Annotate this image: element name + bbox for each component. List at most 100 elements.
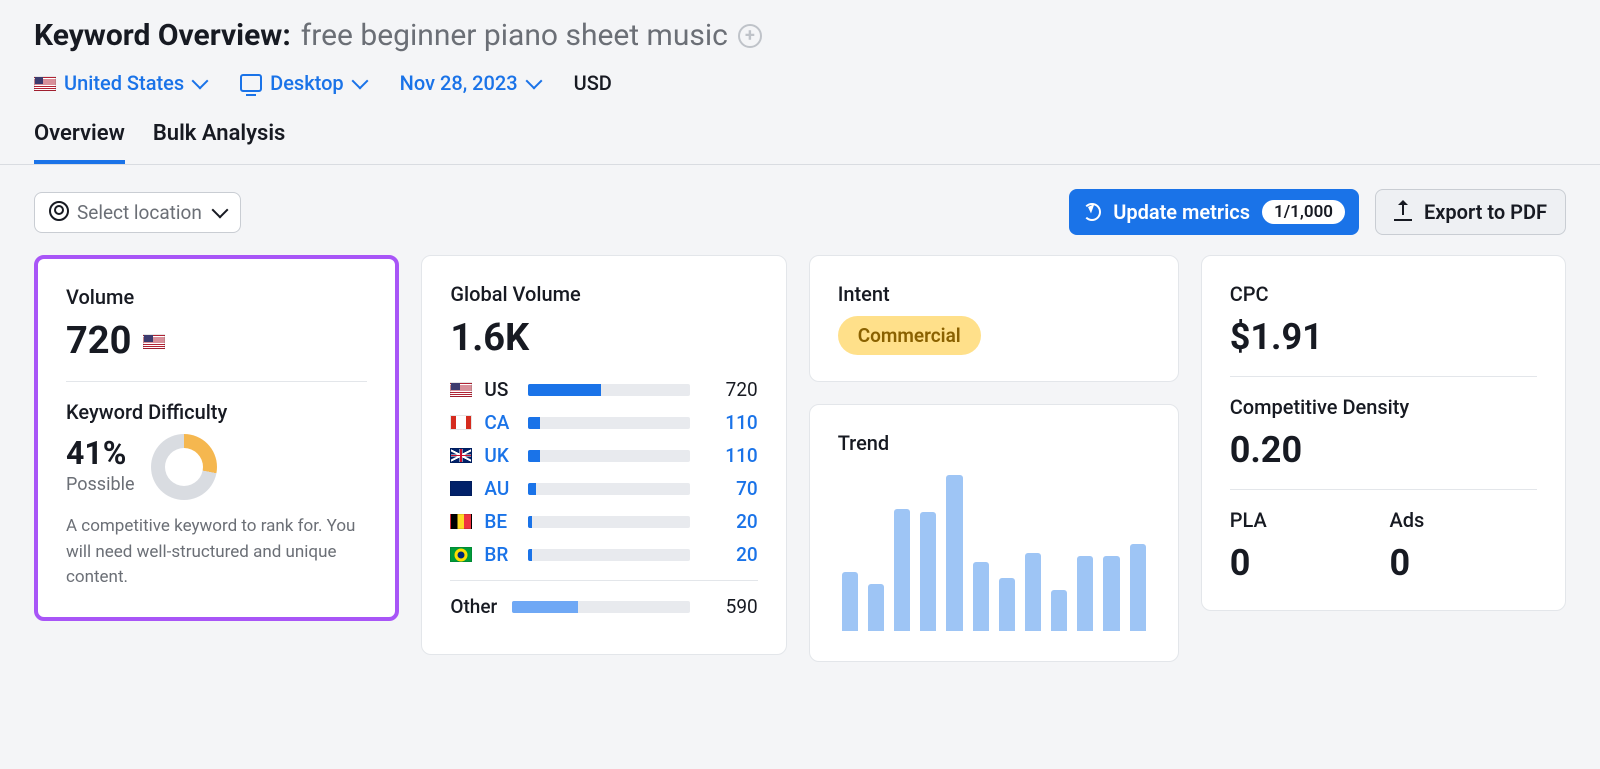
global-volume-row[interactable]: BE 20 — [450, 510, 757, 533]
gv-bar — [528, 450, 689, 462]
tabs: Overview Bulk Analysis — [0, 121, 1600, 165]
intent-card: Intent Commercial — [809, 255, 1179, 382]
volume-card: Volume 720 Keyword Difficulty 41% Possib… — [34, 255, 399, 621]
kd-label: Possible — [66, 474, 135, 495]
gv-value: 20 — [702, 510, 758, 533]
gv-bar — [528, 417, 689, 429]
competitive-density-title: Competitive Density — [1230, 395, 1537, 419]
trend-chart — [838, 465, 1150, 635]
trend-bar — [946, 475, 962, 631]
filter-row: United States Desktop Nov 28, 2023 USD — [34, 71, 1566, 95]
gv-country-code: US — [484, 378, 516, 401]
export-label: Export to PDF — [1424, 200, 1547, 224]
global-volume-list: US720CA110UK110AU70BE20BR20 — [450, 378, 757, 566]
trend-card: Trend — [809, 404, 1179, 662]
kd-title: Keyword Difficulty — [66, 400, 367, 424]
intent-badge: Commercial — [838, 316, 981, 355]
pla-block: PLA 0 — [1230, 508, 1378, 584]
gv-country-code: AU — [484, 477, 516, 500]
date-selector[interactable]: Nov 28, 2023 — [400, 71, 540, 95]
global-volume-title: Global Volume — [450, 282, 757, 306]
br-flag-icon — [450, 547, 472, 562]
intent-title: Intent — [838, 282, 1150, 306]
update-metrics-button[interactable]: Update metrics 1/1,000 — [1069, 189, 1359, 235]
gv-value: 110 — [702, 444, 758, 467]
add-keyword-icon[interactable]: + — [738, 24, 762, 48]
gv-bar — [528, 549, 689, 561]
country-label: United States — [64, 71, 184, 95]
global-volume-value: 1.6K — [450, 316, 757, 360]
refresh-icon — [1083, 203, 1101, 221]
au-flag-icon — [450, 481, 472, 496]
gv-value: 20 — [702, 543, 758, 566]
update-count-badge: 1/1,000 — [1262, 200, 1345, 224]
be-flag-icon — [450, 514, 472, 529]
location-pin-icon — [49, 201, 67, 223]
trend-bar — [1130, 544, 1146, 631]
date-label: Nov 28, 2023 — [400, 71, 518, 95]
currency-label: USD — [574, 71, 612, 95]
select-location-label: Select location — [77, 201, 202, 224]
us-flag-icon — [450, 382, 472, 397]
ads-title: Ads — [1389, 508, 1537, 532]
trend-bar — [999, 578, 1015, 631]
pla-title: PLA — [1230, 508, 1378, 532]
kd-donut-chart — [151, 434, 217, 500]
trend-bar — [1103, 556, 1119, 631]
trend-bar — [1077, 556, 1093, 631]
gv-bar — [528, 516, 689, 528]
global-volume-row[interactable]: UK110 — [450, 444, 757, 467]
country-selector[interactable]: United States — [34, 71, 206, 95]
uk-flag-icon — [450, 448, 472, 463]
gv-other-label: Other — [450, 595, 500, 618]
global-volume-row[interactable]: CA 110 — [450, 411, 757, 434]
page-title-row: Keyword Overview: free beginner piano sh… — [34, 18, 1566, 53]
cpc-title: CPC — [1230, 282, 1537, 306]
trend-bar — [868, 584, 884, 631]
select-location-button[interactable]: Select location — [34, 192, 241, 233]
gv-other-value: 590 — [702, 595, 758, 618]
trend-title: Trend — [838, 431, 1150, 455]
global-volume-other-row: Other 590 — [450, 595, 757, 618]
update-metrics-label: Update metrics — [1113, 200, 1250, 224]
export-pdf-button[interactable]: Export to PDF — [1375, 189, 1566, 235]
trend-bar — [1025, 553, 1041, 631]
pla-value: 0 — [1230, 542, 1378, 584]
device-selector[interactable]: Desktop — [240, 71, 366, 95]
gv-bar — [528, 483, 689, 495]
chevron-down-icon — [211, 202, 228, 219]
us-flag-icon — [34, 76, 56, 91]
ads-block: Ads 0 — [1389, 508, 1537, 584]
competitive-density-value: 0.20 — [1230, 429, 1537, 471]
gv-value: 70 — [702, 477, 758, 500]
ca-flag-icon — [450, 415, 472, 430]
export-icon — [1394, 203, 1412, 221]
desktop-icon — [240, 74, 262, 92]
gv-country-code: BE — [484, 510, 516, 533]
page-title-label: Keyword Overview: — [34, 18, 291, 53]
device-label: Desktop — [270, 71, 344, 95]
global-volume-row[interactable]: BR20 — [450, 543, 757, 566]
volume-value: 720 — [66, 319, 131, 363]
cpc-card: CPC $1.91 Competitive Density 0.20 PLA 0… — [1201, 255, 1566, 611]
tab-overview[interactable]: Overview — [34, 121, 125, 164]
tab-bulk-analysis[interactable]: Bulk Analysis — [153, 121, 286, 164]
gv-value: 720 — [702, 378, 758, 401]
kd-description: A competitive keyword to rank for. You w… — [66, 514, 367, 591]
gv-country-code: CA — [484, 411, 516, 434]
page-title-keyword: free beginner piano sheet music — [301, 18, 728, 53]
chevron-down-icon — [525, 73, 542, 90]
trend-bar — [920, 512, 936, 631]
global-volume-row[interactable]: AU 70 — [450, 477, 757, 500]
kd-value: 41% — [66, 434, 135, 472]
global-volume-row: US 720 — [450, 378, 757, 401]
gv-value: 110 — [702, 411, 758, 434]
cpc-value: $1.91 — [1230, 316, 1537, 358]
us-flag-icon — [143, 334, 165, 349]
gv-other-bar — [512, 601, 689, 613]
trend-bar — [973, 562, 989, 631]
global-volume-card: Global Volume 1.6K US720CA110UK110AU70BE… — [421, 255, 786, 655]
chevron-down-icon — [351, 73, 368, 90]
trend-bar — [1051, 590, 1067, 631]
volume-title: Volume — [66, 285, 367, 309]
